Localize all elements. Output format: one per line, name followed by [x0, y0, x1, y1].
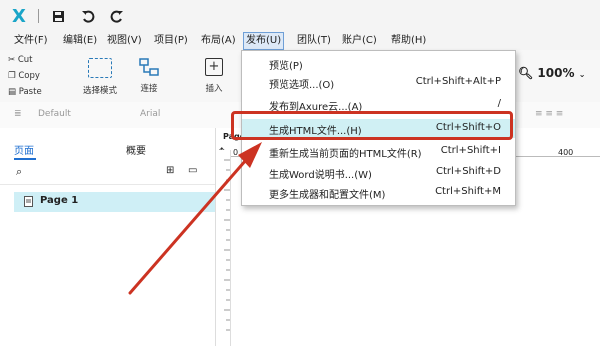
app-window: X 文件(F) 编辑(E) 视图(V) 项目(P) 布局(A) 发布(U) 团队… [0, 0, 600, 346]
annotation-arrow [128, 142, 262, 295]
